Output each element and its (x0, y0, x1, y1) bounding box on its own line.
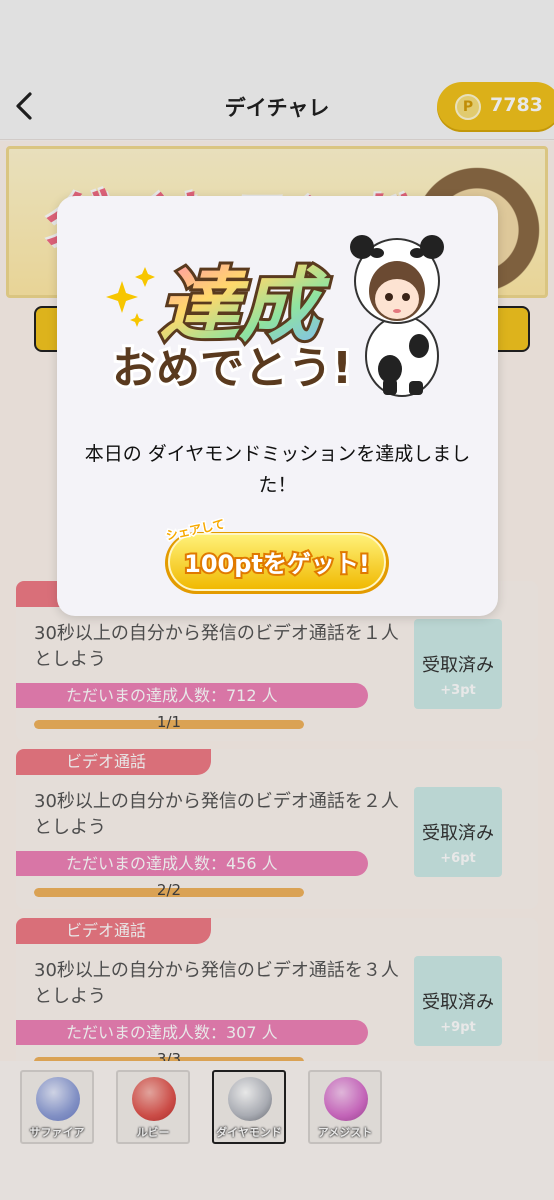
panda-character-icon (350, 235, 444, 397)
achievement-dialog: 達成 おめでとう! 本日の ダイヤモンドミッションを達成しました！ シェアして … (57, 196, 498, 616)
congratulations-art: 達成 おめでとう! (106, 235, 444, 397)
congrats-subtitle: おめでとう! (112, 343, 352, 394)
share-button[interactable]: シェアして 100ptをゲット! (161, 518, 393, 600)
sparkle-icon (106, 267, 155, 327)
congrats-title: 達成 (159, 259, 331, 352)
share-main-label: 100ptをゲット! (184, 550, 370, 578)
achievement-message: 本日の ダイヤモンドミッションを達成しました！ (84, 443, 471, 496)
